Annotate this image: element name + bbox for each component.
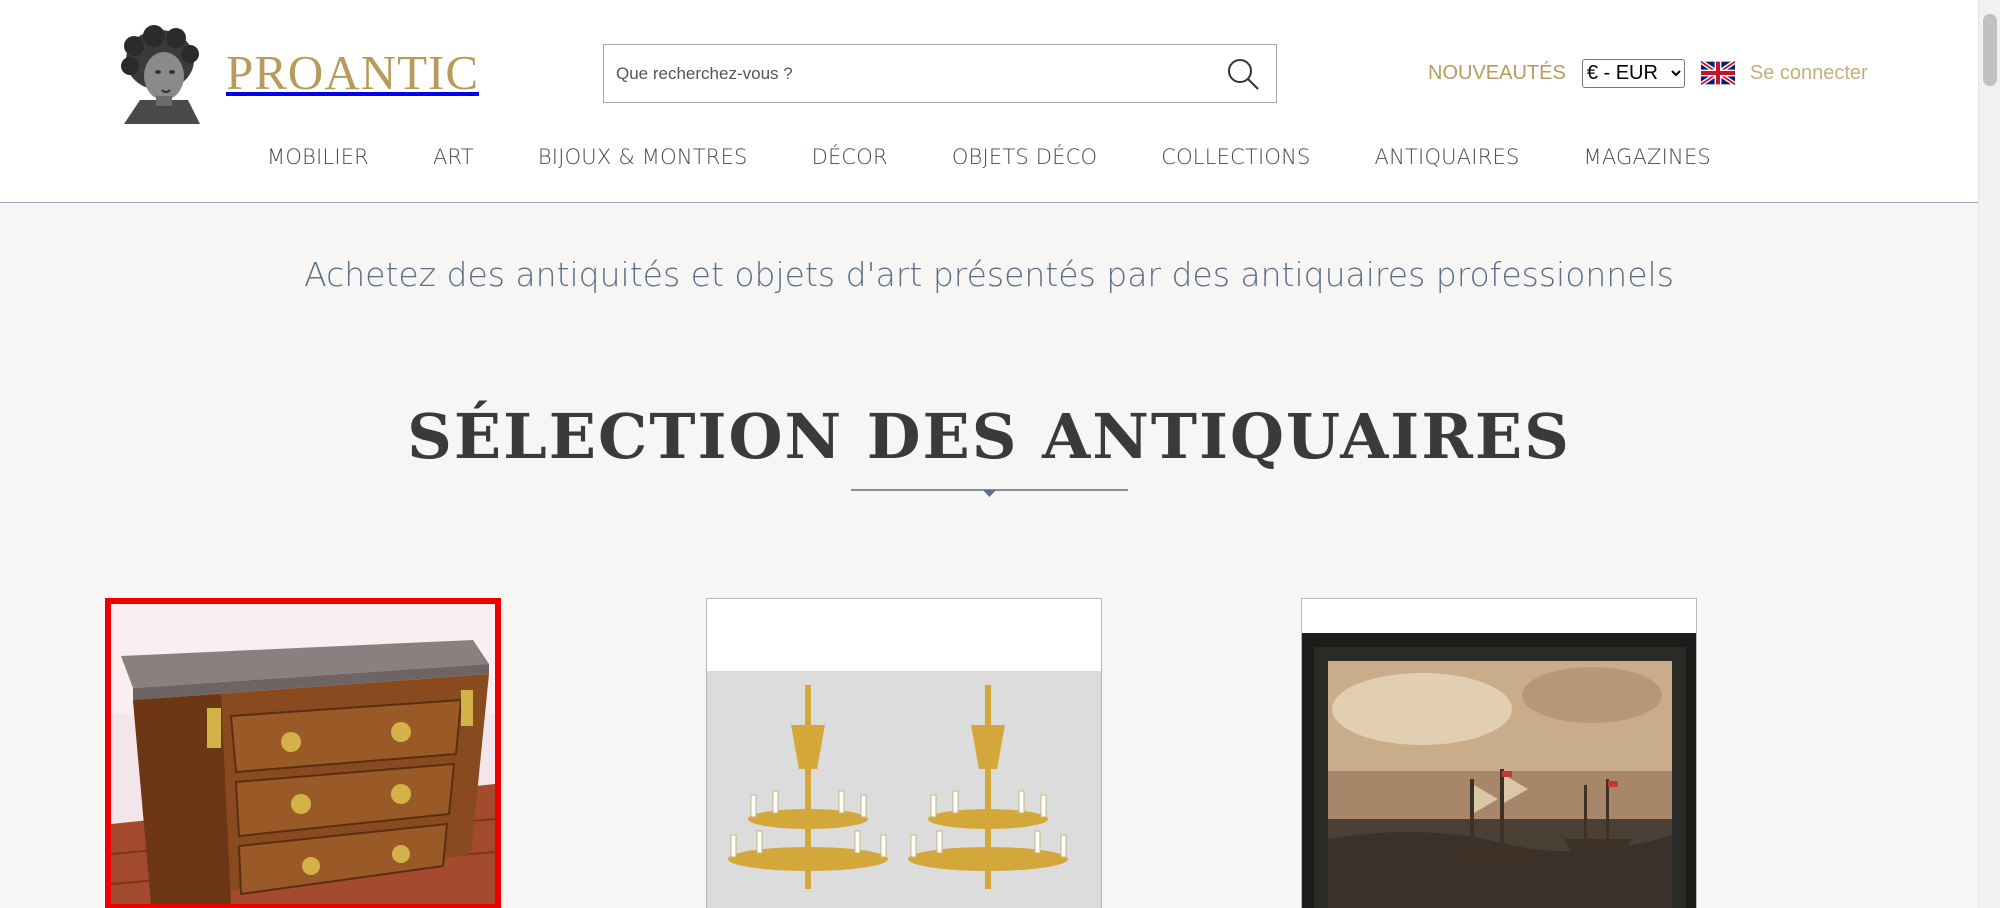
uk-flag-icon[interactable] <box>1700 61 1735 85</box>
nav-item-magazines[interactable]: MAGAZINES <box>1584 145 1711 169</box>
site-header: PROANTIC NOUVEAUTÉS € - EUR Se connecter… <box>0 0 1978 203</box>
product-card-commode[interactable] <box>105 598 501 908</box>
nav-item-decor[interactable]: DÉCOR <box>812 145 888 169</box>
nav-item-objets-deco[interactable]: OBJETS DÉCO <box>952 145 1097 169</box>
logo-wordmark: PROANTIC <box>226 44 480 100</box>
main-navigation: MOBILIER ART BIJOUX & MONTRES DÉCOR OBJE… <box>0 145 1978 169</box>
search-bar <box>603 44 1277 103</box>
login-link[interactable]: Se connecter <box>1750 62 1868 85</box>
product-card-chandeliers[interactable] <box>706 598 1102 908</box>
nouveautes-link[interactable]: NOUVEAUTÉS <box>1428 62 1566 85</box>
bust-logo-icon <box>121 25 200 124</box>
search-icon <box>1228 58 1259 90</box>
search-button[interactable] <box>1210 45 1276 102</box>
commode-image <box>111 604 495 904</box>
product-card-marine-painting[interactable] <box>1301 598 1697 908</box>
header-utilities: NOUVEAUTÉS € - EUR Se connecter <box>1428 56 1868 90</box>
nav-item-mobilier[interactable]: MOBILIER <box>267 145 369 169</box>
marine-painting-image <box>1302 599 1696 908</box>
nav-item-art[interactable]: ART <box>433 145 474 169</box>
nav-item-antiquaires[interactable]: ANTIQUAIRES <box>1375 145 1520 169</box>
search-input[interactable] <box>604 45 1210 102</box>
section-title: SÉLECTION DES ANTIQUAIRES <box>407 400 1571 473</box>
scrollbar-thumb[interactable] <box>1983 14 1997 86</box>
currency-select[interactable]: € - EUR <box>1581 58 1685 88</box>
nav-item-collections[interactable]: COLLECTIONS <box>1161 145 1310 169</box>
page-tagline: Achetez des antiquités et objets d'art p… <box>304 255 1674 294</box>
title-divider <box>851 489 1128 497</box>
site-logo[interactable]: PROANTIC <box>110 20 479 124</box>
nav-item-bijoux-montres[interactable]: BIJOUX & MONTRES <box>538 145 748 169</box>
chandeliers-image <box>707 599 1101 908</box>
page-scrollbar[interactable] <box>1978 0 2000 908</box>
